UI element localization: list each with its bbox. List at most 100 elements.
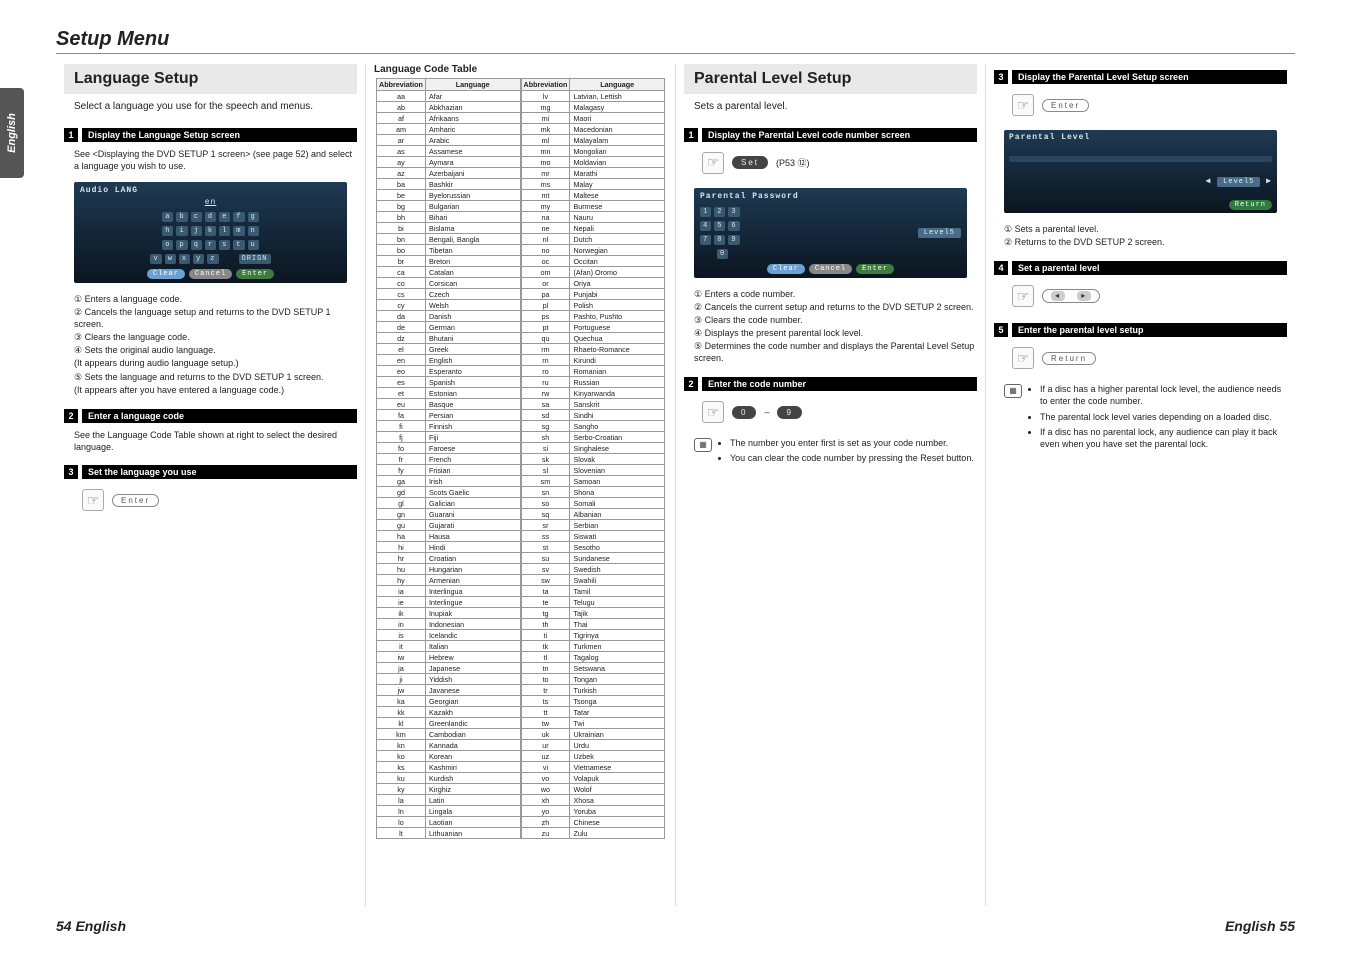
table-row: daDanish [377, 311, 521, 322]
cell-abbr: qu [521, 333, 570, 344]
cell-lang: Breton [425, 256, 520, 267]
sc-key[interactable]: 9 [728, 235, 739, 245]
code-table-left: AbbreviationLanguage aaAfarabAbkhazianaf… [376, 78, 521, 839]
sc-key[interactable]: 8 [714, 235, 725, 245]
sc-key[interactable]: m [233, 226, 244, 236]
sc-key[interactable]: 1 [700, 207, 711, 217]
cell-lang: Slovenian [570, 465, 665, 476]
table-row: rnKirundi [521, 355, 665, 366]
nav-pill[interactable]: ◂ ▸ [1042, 289, 1100, 303]
cell-lang: Greek [425, 344, 520, 355]
level-readout-row: ◀ Level5 ▶ [1009, 176, 1272, 186]
sc-key[interactable]: r [205, 240, 216, 250]
cell-lang: Kinyarwanda [570, 388, 665, 399]
cell-lang: Tatar [570, 707, 665, 718]
enter-pill[interactable]: Enter [1042, 99, 1089, 112]
digit-0-pill[interactable]: 0 [732, 406, 756, 419]
sc-key[interactable]: b [176, 212, 187, 222]
list-item: ① Enters a language code. [74, 293, 357, 305]
cell-lang: Kirghiz [425, 784, 520, 795]
sc-key[interactable]: q [191, 240, 202, 250]
enter-pill[interactable]: Enter [112, 494, 159, 507]
set-pill[interactable]: Set [732, 156, 768, 169]
sc-key[interactable]: 6 [728, 221, 739, 231]
cell-abbr: or [521, 278, 570, 289]
table-row: slSlovenian [521, 465, 665, 476]
table-row: sdSindhi [521, 410, 665, 421]
cell-lang: Tajik [570, 608, 665, 619]
enter-button[interactable]: Enter [856, 264, 894, 274]
sc-key[interactable]: 0 [717, 249, 728, 259]
table-row: afAfrikaans [377, 113, 521, 124]
return-button[interactable]: Return [1229, 200, 1272, 210]
cell-abbr: vo [521, 773, 570, 784]
cell-lang: Sanskrit [570, 399, 665, 410]
cell-abbr: yo [521, 806, 570, 817]
sc-key[interactable]: u [248, 240, 259, 250]
sc-key[interactable]: c [191, 212, 202, 222]
cell-lang: Greenlandic [425, 718, 520, 729]
digit-9-pill[interactable]: 9 [777, 406, 801, 419]
cell-lang: Croatian [425, 553, 520, 564]
table-row: kaGeorgian [377, 696, 521, 707]
sc-key[interactable]: e [219, 212, 230, 222]
enter-button[interactable]: Enter [236, 269, 274, 279]
sc-key[interactable]: z [207, 254, 218, 264]
cell-lang: Interlingua [425, 586, 520, 597]
table-row: bnBengali, Bangla [377, 234, 521, 245]
sc-key[interactable]: k [205, 226, 216, 236]
sc-key[interactable]: x [179, 254, 190, 264]
sc-key[interactable]: 2 [714, 207, 725, 217]
sc-key[interactable]: n [248, 226, 259, 236]
sc-return-row: Return [1009, 200, 1272, 210]
cell-abbr: gu [377, 520, 426, 531]
cell-abbr: ur [521, 740, 570, 751]
sc-key[interactable]: a [162, 212, 173, 222]
cell-abbr: sw [521, 575, 570, 586]
sc-key[interactable]: 4 [700, 221, 711, 231]
cell-lang: Thai [570, 619, 665, 630]
sc-key[interactable]: 7 [700, 235, 711, 245]
th-abbr: Abbreviation [521, 79, 570, 91]
clear-button[interactable]: Clear [147, 269, 185, 279]
cell-abbr: si [521, 443, 570, 454]
triangle-right-icon[interactable]: ▶ [1266, 177, 1272, 186]
sc-key[interactable]: g [248, 212, 259, 222]
sc-key[interactable]: ORIGN [239, 254, 271, 264]
cancel-button[interactable]: Cancel [189, 269, 232, 279]
table-row: haHausa [377, 531, 521, 542]
table-row: elGreek [377, 344, 521, 355]
sc-key[interactable]: w [165, 254, 176, 264]
cell-abbr: eu [377, 399, 426, 410]
cell-abbr: eo [377, 366, 426, 377]
sc-key[interactable]: 5 [714, 221, 725, 231]
table-row: tnSetswana [521, 663, 665, 674]
action-row: ☞ Enter [994, 88, 1287, 126]
sc-key[interactable]: d [205, 212, 216, 222]
cell-lang: Korean [425, 751, 520, 762]
sc-key[interactable]: s [219, 240, 230, 250]
sc-key[interactable]: o [162, 240, 173, 250]
table-row: mtMaltese [521, 190, 665, 201]
cancel-button[interactable]: Cancel [809, 264, 852, 274]
sc-key[interactable]: j [191, 226, 202, 236]
clear-button[interactable]: Clear [767, 264, 805, 274]
table-row: skSlovak [521, 454, 665, 465]
sc-key[interactable]: l [219, 226, 230, 236]
sc-key[interactable]: y [193, 254, 204, 264]
sc-key[interactable]: t [233, 240, 244, 250]
triangle-left-icon[interactable]: ◀ [1206, 177, 1212, 186]
cell-abbr: rw [521, 388, 570, 399]
cell-abbr: tl [521, 652, 570, 663]
return-pill[interactable]: Return [1042, 352, 1096, 365]
sc-key[interactable]: p [176, 240, 187, 250]
sc-key[interactable]: 3 [728, 207, 739, 217]
table-row: tgTajik [521, 608, 665, 619]
table-row: gaIrish [377, 476, 521, 487]
cell-lang: Malayalam [570, 135, 665, 146]
sc-key[interactable]: f [233, 212, 244, 222]
sc-key[interactable]: h [162, 226, 173, 236]
sc-key[interactable]: i [176, 226, 187, 236]
cell-abbr: mo [521, 157, 570, 168]
sc-key[interactable]: v [150, 254, 161, 264]
